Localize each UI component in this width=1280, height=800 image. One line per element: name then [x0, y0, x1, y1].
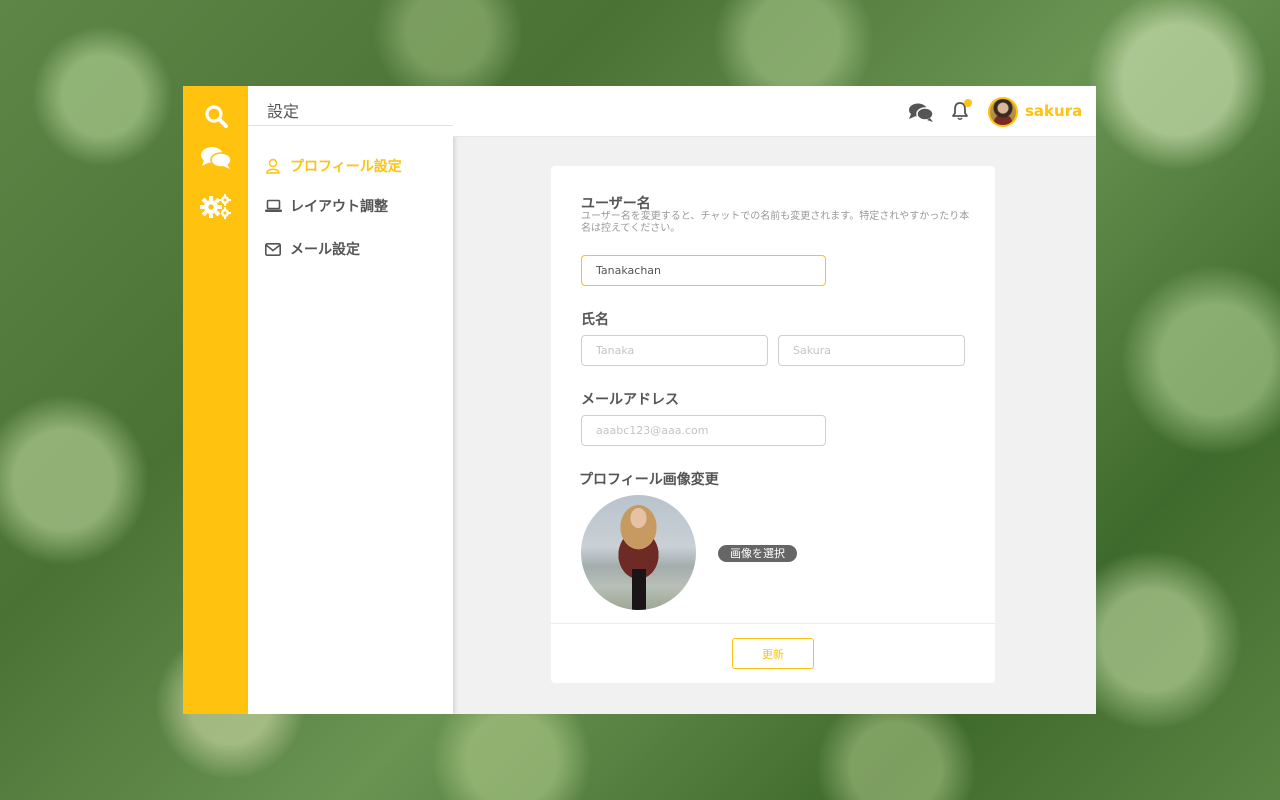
top-header: sakura — [453, 86, 1096, 137]
last-name-input[interactable] — [581, 335, 768, 366]
select-image-button[interactable]: 画像を選択 — [718, 545, 797, 562]
menu-title: 設定 — [248, 86, 453, 126]
notification-dot — [964, 99, 972, 107]
username-input[interactable] — [581, 255, 826, 286]
laptop-icon — [264, 197, 282, 215]
avatar[interactable] — [988, 97, 1018, 127]
user-icon — [264, 157, 282, 175]
card-divider — [551, 623, 995, 624]
menu-item-label: レイアウト調整 — [290, 199, 388, 215]
settings-menu: 設定 プロフィール設定 レイアウト調整 メール設定 — [248, 86, 453, 714]
envelope-icon — [264, 240, 282, 258]
menu-item-label: プロフィール設定 — [290, 159, 402, 175]
update-button[interactable]: 更新 — [732, 638, 814, 669]
username-help-text: ユーザー名を変更すると、チャットでの名前も変更されます。特定されやすかったり本名… — [581, 211, 970, 234]
menu-item-profile[interactable]: プロフィール設定 — [264, 156, 402, 176]
gears-icon[interactable] — [200, 192, 232, 220]
menu-item-mail[interactable]: メール設定 — [264, 239, 360, 259]
email-input[interactable] — [581, 415, 826, 446]
menu-item-layout[interactable]: レイアウト調整 — [264, 196, 388, 216]
email-label: メールアドレス — [581, 392, 679, 408]
username[interactable]: sakura — [1025, 102, 1082, 120]
settings-window: 設定 プロフィール設定 レイアウト調整 メール設定 sakura ユーザー名 ユ… — [183, 86, 1096, 714]
icon-rail — [183, 86, 248, 714]
profile-image — [581, 495, 696, 610]
first-name-input[interactable] — [778, 335, 965, 366]
full-name-label: 氏名 — [581, 312, 609, 328]
menu-item-label: メール設定 — [290, 242, 360, 258]
bell-icon[interactable] — [951, 99, 972, 125]
profile-form-card: ユーザー名 ユーザー名を変更すると、チャットでの名前も変更されます。特定されやす… — [551, 166, 995, 683]
chat-icon[interactable] — [200, 144, 232, 172]
chat-icon[interactable] — [908, 102, 934, 127]
profile-image-label: プロフィール画像変更 — [579, 472, 719, 488]
username-label: ユーザー名 — [581, 196, 651, 212]
search-icon[interactable] — [200, 102, 232, 130]
